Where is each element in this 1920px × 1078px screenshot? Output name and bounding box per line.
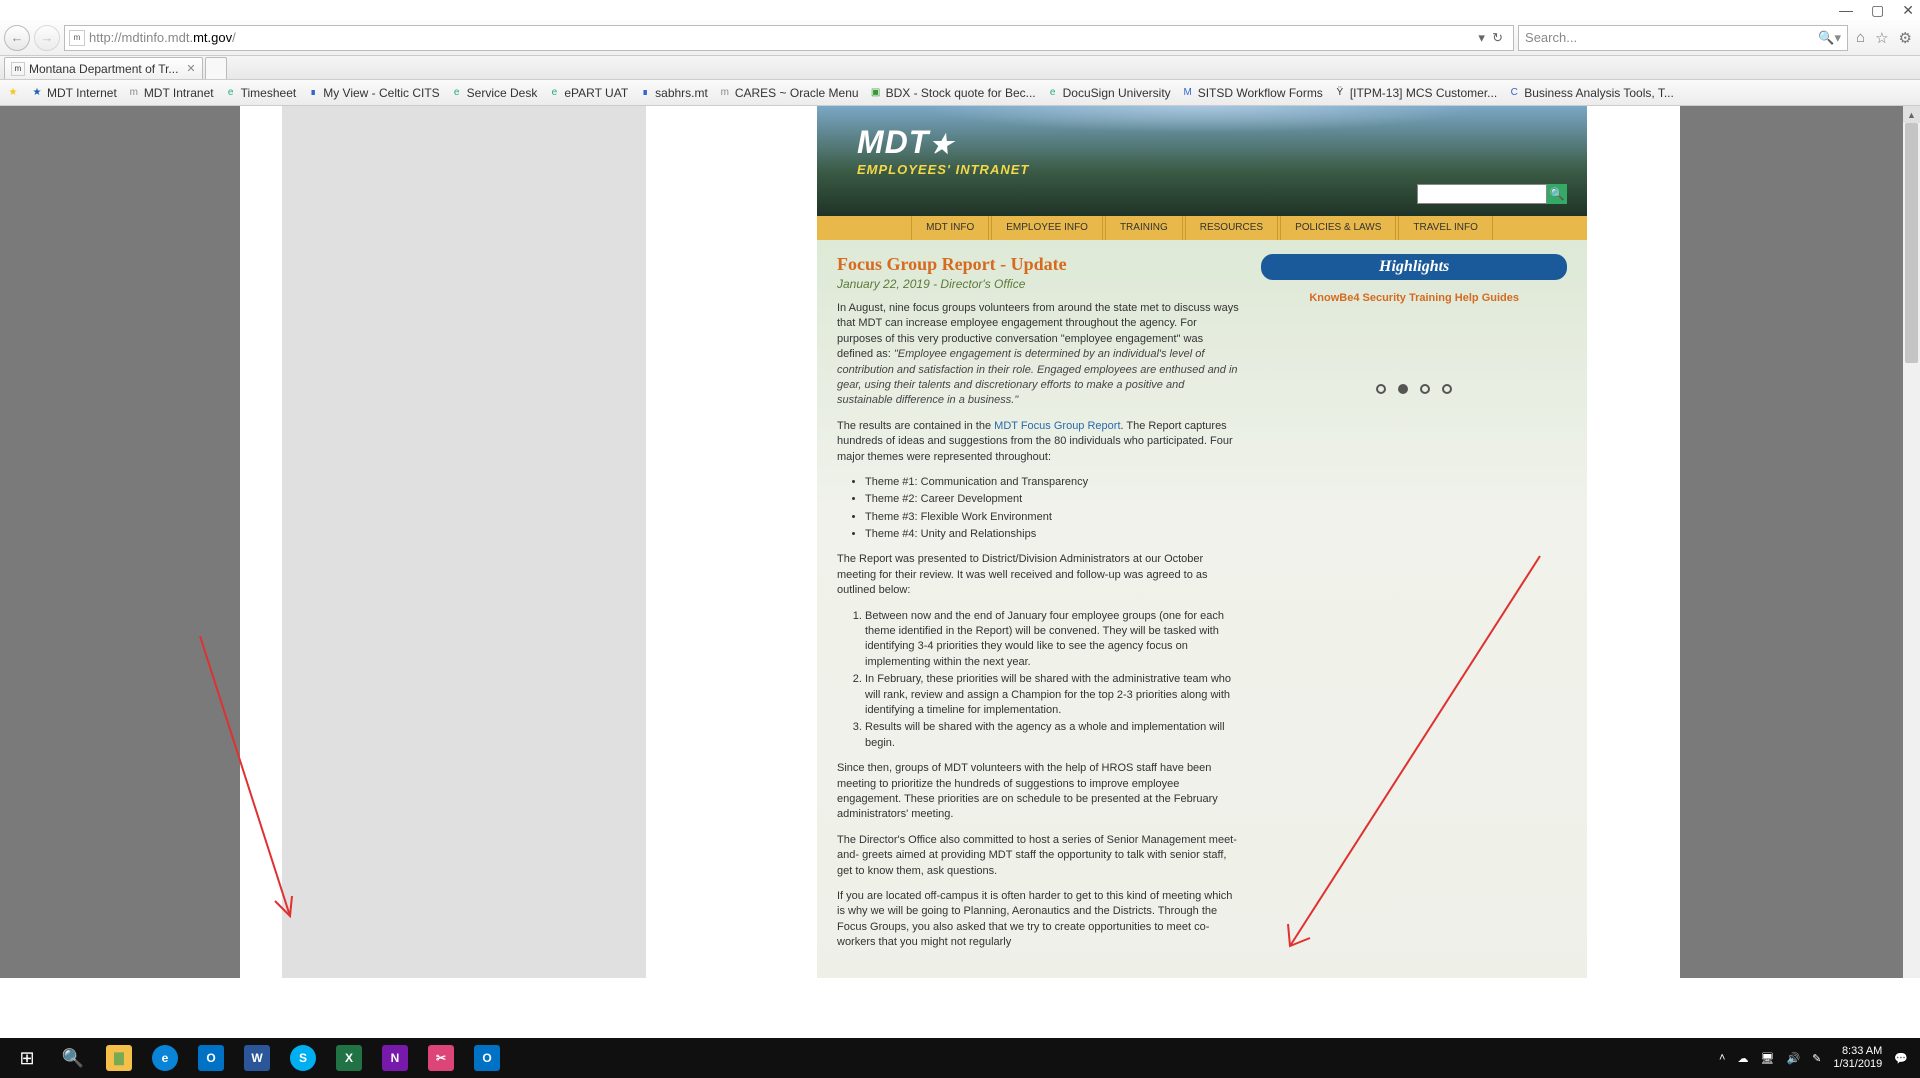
window-close[interactable]: ✕ (1902, 2, 1914, 19)
bookmark-item[interactable]: eTimesheet (224, 86, 297, 100)
scroll-up-icon[interactable]: ▲ (1903, 106, 1920, 123)
carousel-dot[interactable] (1420, 384, 1430, 394)
tray-chevron-icon[interactable]: ˄ (1719, 1052, 1725, 1064)
nav-item[interactable]: TRAINING (1105, 216, 1183, 240)
forward-button[interactable]: → (34, 25, 60, 51)
search-placeholder: Search... (1525, 30, 1577, 45)
taskbar-skype[interactable]: S (280, 1038, 326, 1078)
carousel-dot[interactable] (1442, 384, 1452, 394)
bookmark-item[interactable]: eService Desk (450, 86, 538, 100)
taskbar-file-explorer[interactable]: ▇ (96, 1038, 142, 1078)
tray-input-icon[interactable]: ✎ (1812, 1052, 1821, 1065)
tools-icon[interactable]: ⚙ (1899, 29, 1912, 47)
tray-notifications-icon[interactable]: 💬 (1894, 1052, 1908, 1065)
tab-favicon: m (11, 62, 25, 76)
bookmark-item[interactable]: eePART UAT (547, 86, 628, 100)
bookmark-item[interactable]: Ÿ[ITPM-13] MCS Customer... (1333, 86, 1497, 100)
url-sub: mdtinfo.mdt. (122, 30, 194, 45)
browser-tab[interactable]: m Montana Department of Tr... ✕ (4, 57, 203, 79)
start-button[interactable]: ⊞ (4, 1038, 50, 1078)
taskbar-onenote[interactable]: N (372, 1038, 418, 1078)
url-protocol: http:// (89, 30, 122, 45)
article-p1: In August, nine focus groups volunteers … (837, 301, 1241, 409)
taskbar-outlook[interactable]: O (188, 1038, 234, 1078)
new-tab-button[interactable] (205, 57, 227, 79)
article-p2: The results are contained in the MDT Foc… (837, 419, 1241, 465)
step-item: In February, these priorities will be sh… (865, 672, 1241, 718)
scroll-thumb[interactable] (1905, 123, 1918, 363)
article-title: Focus Group Report - Update (837, 254, 1241, 275)
step-item: Results will be shared with the agency a… (865, 720, 1241, 751)
article-subtitle: January 22, 2019 - Director's Office (837, 277, 1241, 291)
taskbar-snip[interactable]: ✂ (418, 1038, 464, 1078)
vertical-scrollbar[interactable]: ▲ ▼ (1903, 106, 1920, 1078)
nav-item[interactable]: TRAVEL INFO (1398, 216, 1492, 240)
url-domain: mt.gov (193, 30, 232, 45)
site-header: MDT★ EMPLOYEES' INTRANET 🔍 (817, 106, 1587, 216)
window-minimize[interactable]: — (1839, 2, 1853, 18)
white-strip (0, 978, 1920, 1038)
tray-volume-icon[interactable]: 🔊 (1786, 1052, 1800, 1065)
taskbar-outlook2[interactable]: O (464, 1038, 510, 1078)
nav-item[interactable]: RESOURCES (1185, 216, 1278, 240)
site-search-button[interactable]: 🔍 (1547, 184, 1567, 204)
highlights-link[interactable]: KnowBe4 Security Training Help Guides (1261, 292, 1567, 304)
article-p5: The Director's Office also committed to … (837, 833, 1241, 879)
bookmark-item[interactable]: eDocuSign University (1046, 86, 1171, 100)
taskbar-ie[interactable]: e (142, 1038, 188, 1078)
search-icon[interactable]: 🔍▾ (1818, 30, 1841, 46)
tray-network-icon[interactable]: 🖥 (1760, 1052, 1774, 1065)
nav-item[interactable]: POLICIES & LAWS (1280, 216, 1396, 240)
favorites-icon[interactable]: ☆ (1875, 29, 1888, 47)
add-favorite-icon[interactable]: ★ (6, 86, 20, 100)
article-p6: If you are located off-campus it is ofte… (837, 889, 1241, 951)
site-tagline: EMPLOYEES' INTRANET (857, 162, 1029, 177)
bookmark-item[interactable]: mMDT Intranet (127, 86, 214, 100)
site-search-input[interactable] (1417, 184, 1547, 204)
highlights-header: Highlights (1261, 254, 1567, 280)
taskbar-clock[interactable]: 8:33 AM1/31/2019 (1833, 1045, 1882, 1071)
theme-item: Theme #2: Career Development (865, 492, 1241, 507)
bookmark-item[interactable]: mCARES ~ Oracle Menu (718, 86, 859, 100)
article-p3: The Report was presented to District/Div… (837, 552, 1241, 598)
page-grey-panel (282, 106, 646, 1078)
url-path: / (232, 30, 236, 45)
back-button[interactable]: ← (4, 25, 30, 51)
site-nav: MDT INFOEMPLOYEE INFOTRAININGRESOURCESPO… (817, 216, 1587, 240)
theme-item: Theme #3: Flexible Work Environment (865, 510, 1241, 525)
focus-group-report-link[interactable]: MDT Focus Group Report (994, 420, 1120, 432)
theme-item: Theme #1: Communication and Transparency (865, 475, 1241, 490)
taskbar-word[interactable]: W (234, 1038, 280, 1078)
carousel-dots (1261, 384, 1567, 394)
taskbar-excel[interactable]: X (326, 1038, 372, 1078)
bookmark-item[interactable]: ∎My View - Celtic CITS (306, 86, 439, 100)
tab-close-icon[interactable]: ✕ (186, 62, 195, 75)
article-p4: Since then, groups of MDT volunteers wit… (837, 761, 1241, 823)
browser-search-input[interactable]: Search... 🔍▾ (1518, 25, 1848, 51)
site-logo: MDT★ (857, 124, 954, 161)
bookmark-item[interactable]: MSITSD Workflow Forms (1181, 86, 1323, 100)
home-icon[interactable]: ⌂ (1856, 29, 1865, 47)
window-maximize[interactable]: ▢ (1871, 2, 1884, 19)
bookmark-item[interactable]: ∎sabhrs.mt (638, 86, 708, 100)
site-favicon: m (69, 30, 85, 46)
carousel-dot[interactable] (1376, 384, 1386, 394)
theme-item: Theme #4: Unity and Relationships (865, 527, 1241, 542)
tab-title: Montana Department of Tr... (29, 62, 178, 76)
bookmark-item[interactable]: CBusiness Analysis Tools, T... (1507, 86, 1674, 100)
bookmark-item[interactable]: ▣BDX - Stock quote for Bec... (869, 86, 1036, 100)
nav-item[interactable]: EMPLOYEE INFO (991, 216, 1103, 240)
bookmark-item[interactable]: ★MDT Internet (30, 86, 117, 100)
carousel-dot[interactable] (1398, 384, 1408, 394)
nav-item[interactable]: MDT INFO (911, 216, 989, 240)
step-item: Between now and the end of January four … (865, 609, 1241, 671)
tray-onedrive-icon[interactable]: ☁ (1737, 1052, 1748, 1065)
taskbar: ⊞ 🔍 ▇ e O W S X N ✂ O ˄ ☁ 🖥 🔊 ✎ 8:33 AM1… (0, 1038, 1920, 1078)
address-bar[interactable]: m http://mdtinfo.mdt.mt.gov/ ▾ ↻ (64, 25, 1514, 51)
taskbar-search[interactable]: 🔍 (50, 1038, 96, 1078)
